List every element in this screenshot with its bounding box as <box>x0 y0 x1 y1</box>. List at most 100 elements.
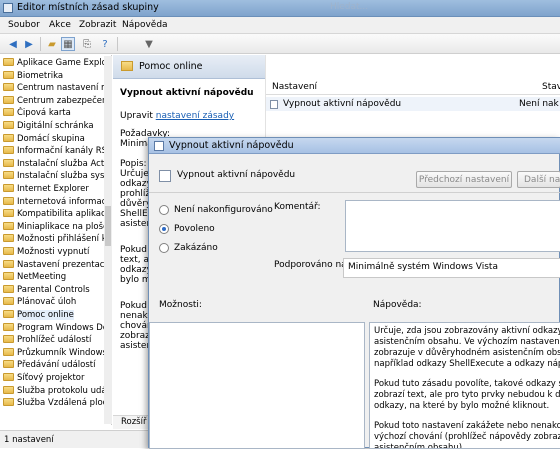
help-paragraph: Pokud tuto zásadu povolíte, takové odkaz… <box>374 379 560 412</box>
column-header-setting[interactable]: Nastavení <box>272 82 317 92</box>
export-list-icon[interactable]: ⎘ <box>80 37 94 51</box>
edit-policy-link[interactable]: nastavení zásady <box>156 111 234 121</box>
filter-icon[interactable]: ▼ <box>142 37 156 51</box>
tree-item[interactable]: Internetová informace <box>3 196 112 208</box>
forward-arrow-icon[interactable]: ▶ <box>22 37 36 51</box>
app-icon <box>3 3 13 13</box>
menu-zobrazit[interactable]: Zobrazit <box>79 20 116 30</box>
options-panel <box>149 322 365 449</box>
menu-soubor[interactable]: Soubor <box>8 20 40 30</box>
tree-item[interactable]: Čipová karta <box>3 107 111 119</box>
tree-item[interactable]: Prohlížeč událostí <box>3 334 111 346</box>
help-icon[interactable]: ? <box>98 37 112 51</box>
tree-item[interactable]: Program Windows Defender <box>3 322 111 334</box>
comment-textarea[interactable] <box>345 200 560 252</box>
scrollbar-thumb[interactable] <box>105 206 111 246</box>
tree-item[interactable]: Parental Controls <box>3 284 111 296</box>
radio-button[interactable] <box>159 243 169 253</box>
tree-item-label: Centrum nastavení mobility <box>17 83 111 94</box>
menu-akce[interactable]: Akce <box>49 20 71 30</box>
tree-item-label: Průzkumník Windows <box>17 347 107 358</box>
up-folder-icon[interactable]: ▰ <box>45 37 59 51</box>
tree-item[interactable]: Síťový projektor <box>3 372 111 384</box>
dialog-titlebar: Vypnout aktivní nápovědu <box>149 138 560 154</box>
tree-item[interactable]: Miniaplikace na ploše <box>3 221 111 233</box>
dialog-divider <box>149 192 560 193</box>
radio-button[interactable] <box>159 205 169 215</box>
tree-item-label: Prohlížeč událostí <box>17 335 92 346</box>
dialog-icon <box>154 141 164 151</box>
tree-item-label: Biometrika <box>17 70 64 81</box>
tab-extended[interactable]: Rozšíř <box>121 417 146 427</box>
folder-icon <box>3 360 14 369</box>
tree-scrollbar[interactable] <box>104 56 112 424</box>
help-line: například odkazy ShellExecute a odkazy n… <box>374 359 560 369</box>
tree-item[interactable]: Internet Explorer <box>3 183 111 195</box>
folder-icon <box>3 70 14 79</box>
policy-setting-icon <box>270 100 278 109</box>
radio-disabled[interactable]: Zakázáno <box>159 243 218 253</box>
tree-item[interactable]: Služba Vzdálená plocha <box>3 397 112 409</box>
tree-item-label: Předávání událostí <box>17 360 96 371</box>
tree-item-label: Služba Vzdálená plocha <box>17 398 112 409</box>
tree-item[interactable]: Kompatibilita aplikací <box>3 208 111 220</box>
extended-header-title: Pomoc online <box>139 61 203 72</box>
tree-item[interactable]: Digitální schránka <box>3 120 111 132</box>
tree-item[interactable]: Instalační služba ActiveX <box>3 158 111 170</box>
supported-label: Podporováno na: <box>274 260 350 270</box>
tree-item[interactable]: Předávání událostí <box>3 359 111 371</box>
radio-button[interactable] <box>159 224 169 234</box>
row-setting-name: Vypnout aktivní nápovědu <box>283 99 402 109</box>
folder-icon <box>3 146 14 155</box>
toolbar-divider <box>40 37 41 51</box>
tree-item-label: Instalační služba systému <box>17 171 111 182</box>
tree-item[interactable]: Pomoc online <box>3 309 111 321</box>
help-paragraph: Určuje, zda jsou zobrazovány aktivní odk… <box>374 326 560 370</box>
tree-item-label: Centrum zabezpečení <box>17 95 110 106</box>
help-paragraph: Pokud toto nastavení zakážete nebo nenak… <box>374 421 560 448</box>
folder-icon <box>3 385 14 394</box>
folder-icon <box>3 171 14 180</box>
policy-dialog: Vypnout aktivní nápovědu Vypnout aktivní… <box>148 137 560 449</box>
radio-label: Zakázáno <box>174 243 218 253</box>
back-arrow-icon[interactable]: ◀ <box>6 37 20 51</box>
tree-item-label: Internetová informace <box>17 196 112 207</box>
list-row[interactable]: Vypnout aktivní nápovědu Není nak <box>266 97 560 111</box>
tree-item[interactable]: Domácí skupina <box>3 133 111 145</box>
dialog-title: Vypnout aktivní nápovědu <box>169 140 294 151</box>
edit-policy-row: Upravit nastavení zásady <box>120 111 234 121</box>
next-setting-button[interactable]: Další nast <box>517 171 560 188</box>
tree-item[interactable]: Průzkumník Windows <box>3 347 111 359</box>
radio-not-configured[interactable]: Není nakonfigurováno <box>159 205 273 215</box>
folder-icon <box>3 310 14 318</box>
tree-item[interactable]: Plánovač úloh <box>3 296 111 308</box>
tree-item[interactable]: Možnosti vypnutí <box>3 246 111 258</box>
tree-item[interactable]: Možnosti přihlášení k <box>3 233 111 245</box>
folder-icon <box>3 398 14 407</box>
previous-setting-button[interactable]: Předchozí nastavení <box>416 171 512 188</box>
tree-item[interactable]: Služba protokolu událostí <box>3 385 111 397</box>
radio-enabled[interactable]: Povoleno <box>159 224 215 234</box>
folder-icon <box>3 322 14 331</box>
tree-item-label: Internet Explorer <box>17 184 89 194</box>
menu-napoveda[interactable]: Nápověda <box>122 20 168 30</box>
dialog-header-text: Vypnout aktivní nápovědu <box>177 170 296 180</box>
folder-icon <box>3 95 14 104</box>
tree-item[interactable]: Instalační služba systému <box>3 170 111 182</box>
tree-item-label: Kompatibilita aplikací <box>17 209 108 220</box>
tree-item[interactable]: Nastavení prezentace <box>3 259 111 271</box>
tree-item[interactable]: Aplikace Game Explorer <box>3 57 111 69</box>
tree-item[interactable]: Centrum nastavení mobility <box>3 82 111 94</box>
tree-item[interactable]: Centrum zabezpečení <box>3 95 111 107</box>
tree-item[interactable]: Informační kanály RSS <box>3 145 111 157</box>
supported-on-field: Minimálně systém Windows Vista <box>343 258 560 278</box>
folder-icon <box>3 259 14 268</box>
navigation-tree[interactable]: Aplikace Game Explorer Biometrika Centrum … <box>0 55 112 425</box>
show-hide-tree-icon[interactable]: ▦ <box>61 37 75 51</box>
tree-item[interactable]: NetMeeting <box>3 271 111 283</box>
tree-item[interactable]: Biometrika <box>3 70 111 82</box>
help-textbox[interactable]: Určuje, zda jsou zobrazovány aktivní odk… <box>369 322 560 449</box>
column-header-state[interactable]: Stav <box>542 82 560 92</box>
description-fragment: bylo m <box>120 275 151 285</box>
tree-item-label: Program Windows Defender <box>17 322 111 333</box>
